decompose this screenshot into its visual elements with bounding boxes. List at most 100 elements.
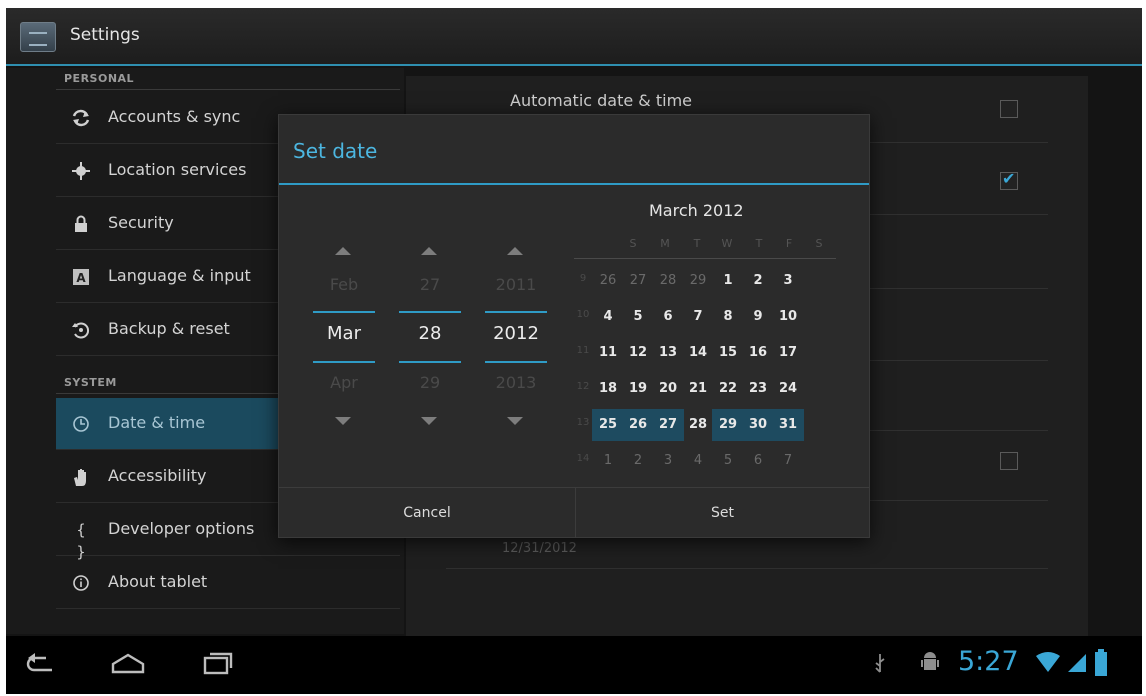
calendar-day[interactable]: 17	[772, 337, 804, 369]
calendar-day[interactable]: 5	[712, 445, 744, 477]
calendar-week-row: 12 18 19 20 21 22 23 24	[574, 371, 836, 407]
calendar-day[interactable]: 10	[772, 301, 804, 333]
calendar-day[interactable]: 26	[622, 409, 654, 441]
automatic-date-time-checkbox[interactable]	[1000, 100, 1018, 118]
calendar-day[interactable]: 12	[622, 337, 654, 369]
set-date-dialog: Set date Feb Mar Apr 27 28 29 2011 2012 …	[278, 114, 870, 538]
day-increment-arrow-icon[interactable]	[421, 247, 437, 255]
calendar-day[interactable]: 11	[592, 337, 624, 369]
calendar-day[interactable]: 3	[772, 265, 804, 297]
android-debug-icon	[921, 652, 939, 670]
calendar-day[interactable]: 7	[682, 301, 714, 333]
day-spinner[interactable]: 27 28 29	[397, 239, 463, 429]
spinner-divider	[313, 311, 375, 313]
backup-icon	[70, 319, 92, 341]
calendar-weekday-header: S M T W T F S	[574, 229, 836, 259]
month-spinner[interactable]: Feb Mar Apr	[311, 239, 377, 429]
pref-divider	[446, 568, 1048, 569]
recent-apps-icon[interactable]	[202, 650, 234, 680]
set-button[interactable]: Set	[576, 488, 869, 538]
cancel-button[interactable]: Cancel	[279, 488, 575, 538]
day-current-value[interactable]: 28	[397, 323, 463, 344]
calendar-week-row: 10 4 5 6 7 8 9 10	[574, 299, 836, 335]
calendar-day[interactable]: 3	[652, 445, 684, 477]
calendar-day[interactable]: 18	[592, 373, 624, 405]
calendar-day[interactable]: 1	[712, 265, 744, 297]
week-number: 9	[579, 273, 587, 284]
calendar-day[interactable]: 8	[712, 301, 744, 333]
calendar-week-row: 9 26 27 28 29 1 2 3	[574, 263, 836, 299]
section-header-personal: PERSONAL	[64, 72, 135, 85]
status-clock: 5:27	[958, 646, 1019, 677]
calendar-day[interactable]: 19	[622, 373, 654, 405]
tablet-screen: Settings PERSONAL Accounts & sync Locati…	[6, 8, 1142, 694]
calendar-day[interactable]: 26	[592, 265, 624, 297]
day-next-value[interactable]: 29	[397, 373, 463, 392]
day-decrement-arrow-icon[interactable]	[421, 417, 437, 425]
usb-icon	[875, 654, 885, 673]
spinner-divider	[399, 311, 461, 313]
calendar-day[interactable]: 5	[622, 301, 654, 333]
home-icon[interactable]	[110, 650, 146, 680]
calendar-day[interactable]: 27	[622, 265, 654, 297]
calendar-day[interactable]: 13	[652, 337, 684, 369]
calendar-day[interactable]: 2	[742, 265, 774, 297]
automatic-time-zone-checkbox[interactable]	[1000, 169, 1018, 190]
calendar-day[interactable]: 4	[592, 301, 624, 333]
calendar-day[interactable]: 30	[742, 409, 774, 441]
back-icon[interactable]	[24, 650, 58, 680]
weekday-label: S	[629, 237, 637, 250]
calendar-day[interactable]: 29	[712, 409, 744, 441]
calendar-day[interactable]: 23	[742, 373, 774, 405]
calendar-day[interactable]: 9	[742, 301, 774, 333]
calendar-day[interactable]: 15	[712, 337, 744, 369]
keyboard-icon: A	[70, 266, 92, 288]
year-prev-value[interactable]: 2011	[483, 275, 549, 294]
calendar-day[interactable]: 29	[682, 265, 714, 297]
month-prev-value[interactable]: Feb	[311, 275, 377, 294]
sidebar-item-about-tablet[interactable]: About tablet	[56, 557, 400, 609]
week-number: 14	[576, 453, 590, 464]
svg-text:A: A	[76, 271, 86, 285]
year-increment-arrow-icon[interactable]	[507, 247, 523, 255]
calendar-day[interactable]: 14	[682, 337, 714, 369]
sidebar-item-label: Accessibility	[108, 466, 207, 485]
calendar-week-row: 13 25 26 27 28 29 30 31	[574, 407, 836, 443]
week-number: 10	[576, 309, 590, 320]
week-number: 11	[576, 345, 590, 356]
clock-icon	[70, 413, 92, 435]
day-prev-value[interactable]: 27	[397, 275, 463, 294]
calendar-day[interactable]: 28	[652, 265, 684, 297]
location-icon	[70, 160, 92, 182]
calendar-day[interactable]: 16	[742, 337, 774, 369]
use-24-hour-checkbox[interactable]	[1000, 452, 1018, 470]
calendar-day[interactable]: 4	[682, 445, 714, 477]
calendar-day[interactable]: 22	[712, 373, 744, 405]
system-navigation-bar: 5:27	[6, 636, 1142, 694]
calendar-day[interactable]: 6	[742, 445, 774, 477]
calendar-day[interactable]: 1	[592, 445, 624, 477]
year-spinner[interactable]: 2011 2012 2013	[483, 239, 549, 429]
month-decrement-arrow-icon[interactable]	[335, 417, 351, 425]
calendar-day[interactable]: 7	[772, 445, 804, 477]
settings-app-icon[interactable]	[20, 22, 56, 52]
calendar-day[interactable]: 25	[592, 409, 624, 441]
calendar-day[interactable]: 28	[682, 409, 714, 441]
calendar-day[interactable]: 6	[652, 301, 684, 333]
year-current-value[interactable]: 2012	[483, 323, 549, 344]
month-current-value[interactable]: Mar	[311, 323, 377, 344]
calendar-day[interactable]: 21	[682, 373, 714, 405]
calendar-day[interactable]: 27	[652, 409, 684, 441]
week-number: 12	[576, 381, 590, 392]
calendar-day[interactable]: 24	[772, 373, 804, 405]
calendar-month-title: March 2012	[649, 201, 744, 220]
year-decrement-arrow-icon[interactable]	[507, 417, 523, 425]
calendar-day[interactable]: 20	[652, 373, 684, 405]
calendar-day[interactable]: 2	[622, 445, 654, 477]
year-next-value[interactable]: 2013	[483, 373, 549, 392]
calendar-day[interactable]: 31	[772, 409, 804, 441]
sidebar-item-label: Language & input	[108, 266, 251, 285]
month-next-value[interactable]: Apr	[311, 373, 377, 392]
spinner-divider	[485, 311, 547, 313]
month-increment-arrow-icon[interactable]	[335, 247, 351, 255]
